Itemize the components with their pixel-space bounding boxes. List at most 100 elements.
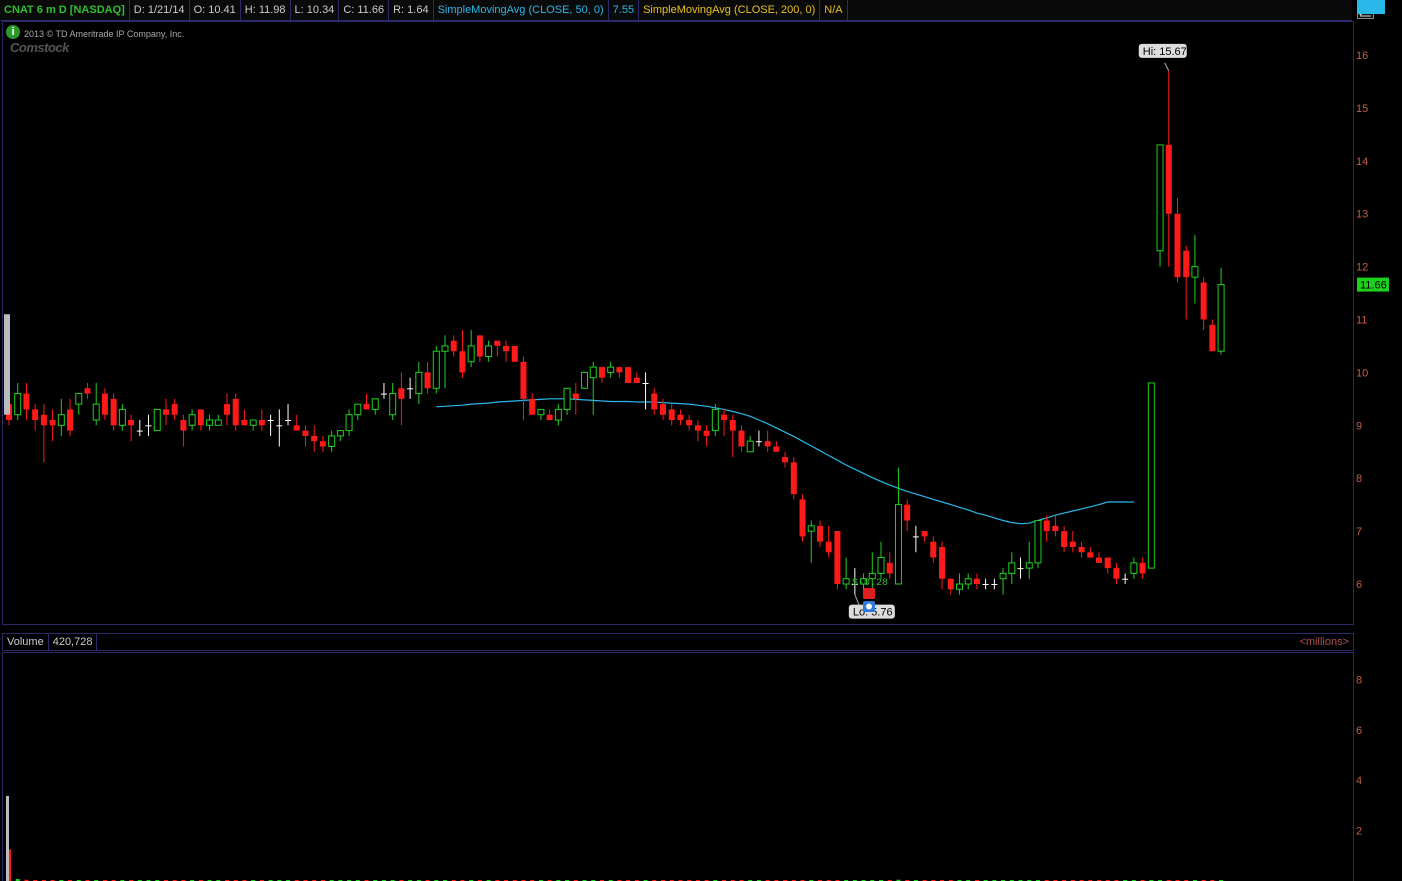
candle-body <box>1139 562 1146 574</box>
candle-body <box>834 531 841 584</box>
candle-body <box>180 420 187 431</box>
volume-axis-tick-label: 2 <box>1356 826 1362 838</box>
candle-body <box>1052 525 1059 532</box>
candle-body <box>703 430 710 436</box>
candle-body <box>494 340 501 346</box>
candle-body <box>118 408 126 426</box>
candle-body <box>721 414 728 421</box>
candle-body <box>930 541 937 558</box>
candle-body <box>546 414 553 421</box>
candle-body <box>816 525 823 542</box>
candle-body <box>162 409 169 415</box>
candle-body <box>625 367 632 383</box>
candle-body <box>214 419 222 426</box>
candle-body <box>572 393 579 399</box>
candle-body <box>241 420 248 426</box>
candle-body <box>947 578 954 590</box>
candle-body <box>441 345 449 352</box>
candle-body <box>537 408 545 416</box>
candle-body <box>1025 562 1033 569</box>
candle-body <box>1183 250 1190 278</box>
candle-body <box>136 430 143 432</box>
volume-axis-tick-label: 8 <box>1356 674 1362 686</box>
price-axis-tick-label: 16 <box>1356 50 1368 62</box>
candle-body <box>40 414 47 426</box>
candle-body <box>319 441 326 447</box>
candle-body <box>267 420 274 422</box>
candle-body <box>563 387 571 410</box>
candle-body <box>755 441 762 443</box>
candle-body <box>894 504 902 585</box>
candle-body <box>371 398 379 410</box>
candle-body <box>921 531 928 537</box>
candle-body <box>197 409 204 426</box>
candle-body <box>311 435 318 442</box>
candle-body <box>293 425 300 431</box>
candle-body <box>1078 546 1085 553</box>
candle-body <box>991 584 998 585</box>
candle-body <box>398 388 405 399</box>
candle-body <box>467 345 475 363</box>
candle-body <box>939 546 946 579</box>
candle-body <box>14 393 22 416</box>
candle-body <box>415 371 423 395</box>
price-axis-tick-label: 14 <box>1356 156 1368 168</box>
candle-body <box>1165 144 1172 214</box>
candle-body <box>520 361 527 399</box>
candle-body <box>1069 541 1076 547</box>
candle-body <box>904 504 911 521</box>
candle-body <box>67 409 74 431</box>
candle-body <box>1174 213 1181 278</box>
chart-canvas: 678910111213141516Hi: 15.67Lo: 5.7611.66… <box>4 0 1389 881</box>
candle-body <box>782 457 789 463</box>
earnings-icon <box>863 588 875 599</box>
candle-body <box>249 419 257 426</box>
candle-body <box>1147 382 1155 569</box>
candle-body <box>75 393 83 405</box>
candle-body <box>511 345 518 362</box>
candle-body <box>1087 552 1094 558</box>
candle-body <box>101 393 108 415</box>
candle-body <box>651 393 658 410</box>
candle-body <box>188 414 196 426</box>
candle-body <box>999 572 1007 580</box>
price-axis-tick-label: 13 <box>1356 209 1368 221</box>
low-annotation-leader <box>854 594 860 605</box>
candle-body <box>407 388 414 390</box>
candle-body <box>153 408 161 432</box>
candle-body <box>773 446 780 452</box>
candle-body <box>554 408 562 421</box>
candle-body <box>206 419 214 426</box>
prior-period-bar <box>4 314 10 415</box>
candle-body <box>145 425 152 427</box>
candle-body <box>677 414 684 421</box>
candle-body <box>1017 568 1024 570</box>
candle-body <box>354 403 362 416</box>
candle-body <box>1191 266 1199 278</box>
candle-body <box>485 345 493 358</box>
candle-body <box>1209 324 1216 352</box>
candle-body <box>232 398 239 426</box>
candle-body <box>746 440 754 453</box>
price-axis-tick-label: 11 <box>1356 315 1367 327</box>
candle-body <box>807 525 815 532</box>
candle-body <box>328 435 336 447</box>
price-axis-tick-label: 7 <box>1356 526 1362 538</box>
candle-body <box>336 430 344 437</box>
candle-body <box>110 398 117 426</box>
candle-body <box>633 377 640 383</box>
candle-body <box>92 403 100 421</box>
candle-body <box>1096 557 1102 563</box>
candle-body <box>276 425 283 427</box>
candle-body <box>886 562 893 574</box>
candle-body <box>1008 562 1016 574</box>
candle-body <box>23 393 30 410</box>
candle-body <box>529 398 536 415</box>
candle-body <box>1156 144 1164 252</box>
high-annotation-leader <box>1164 62 1170 72</box>
high-annotation-label: Hi: 15.67 <box>1143 46 1187 58</box>
prior-volume-bar <box>6 795 9 881</box>
candle-body <box>285 420 292 422</box>
volume-axis-tick-label: 4 <box>1356 775 1362 787</box>
candle-body <box>128 420 135 426</box>
